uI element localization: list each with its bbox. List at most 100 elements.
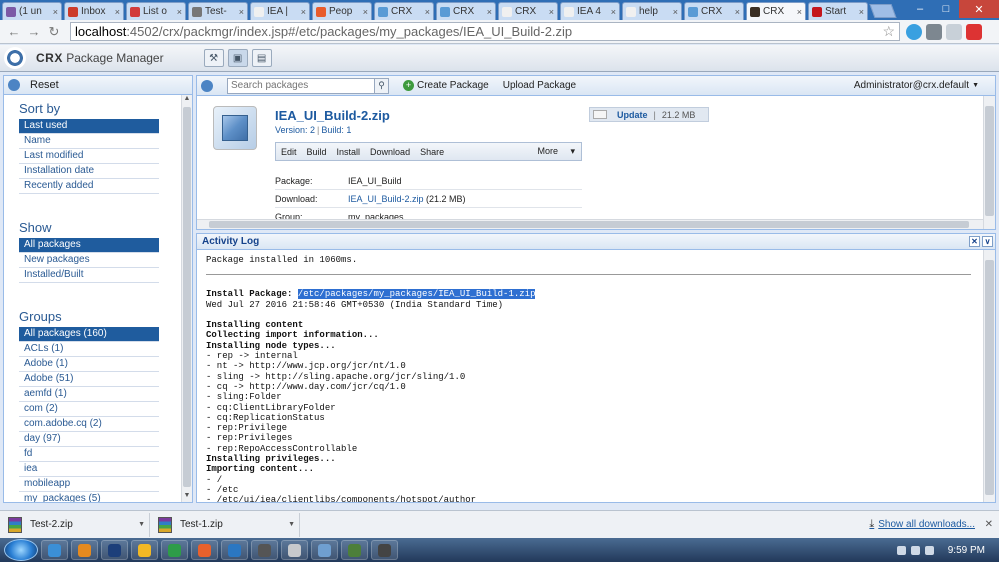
skype-icon[interactable]	[906, 23, 922, 40]
address-bar[interactable]: localhost:4502/crx/packmgr/index.jsp#/et…	[70, 22, 900, 41]
close-window-icon[interactable]: ✕	[959, 0, 999, 18]
tab-close-icon[interactable]: ×	[735, 7, 740, 17]
group-item[interactable]: Adobe (1)	[19, 357, 159, 372]
taskbar-app-icon[interactable]	[371, 540, 398, 560]
clear-log-icon[interactable]: ✕	[969, 236, 980, 247]
back-arrow-icon[interactable]: ←	[4, 22, 24, 42]
browser-tab[interactable]: Start ×	[808, 2, 868, 20]
log-scrollbar[interactable]	[983, 250, 995, 502]
edit-button[interactable]: Edit	[281, 147, 297, 157]
show-option[interactable]: Installed/Built	[19, 268, 159, 283]
tab-close-icon[interactable]: ×	[425, 7, 430, 17]
tab-close-icon[interactable]: ×	[673, 7, 678, 17]
browser-tab[interactable]: CRX ×	[374, 2, 434, 20]
taskbar-app-icon[interactable]	[281, 540, 308, 560]
taskbar-app-icon[interactable]	[101, 540, 128, 560]
group-item[interactable]: Adobe (51)	[19, 372, 159, 387]
scroll-thumb[interactable]	[183, 107, 191, 487]
browser-tab[interactable]: IEA 4 ×	[560, 2, 620, 20]
tab-close-icon[interactable]: ×	[301, 7, 306, 17]
tray-arrow-icon[interactable]	[896, 545, 906, 555]
show-option[interactable]: All packages	[19, 238, 159, 253]
install-button[interactable]: Install	[337, 147, 361, 157]
tab-close-icon[interactable]: ×	[859, 7, 864, 17]
group-item[interactable]: com (2)	[19, 402, 159, 417]
update-button[interactable]: Update	[617, 110, 648, 120]
search-icon[interactable]: ⚲	[375, 77, 389, 94]
browser-tab[interactable]: (1 un ×	[2, 2, 62, 20]
package-share-icon[interactable]: ▤	[251, 49, 272, 67]
package-manager-icon[interactable]: ▣	[227, 49, 248, 67]
user-menu[interactable]: Administrator@crx.default ▼	[854, 80, 979, 91]
chevron-down-icon[interactable]: ▼	[288, 521, 295, 528]
sort-option[interactable]: Name	[19, 134, 159, 149]
upload-package-button[interactable]: Upload Package	[503, 80, 576, 91]
browser-tab[interactable]: Peop ×	[312, 2, 372, 20]
taskbar-app-icon[interactable]	[41, 540, 68, 560]
taskbar-app-icon[interactable]	[341, 540, 368, 560]
collapse-icon[interactable]: ∨	[982, 236, 993, 247]
detail-hscrollbar[interactable]	[197, 219, 983, 229]
browser-tab[interactable]: Inbox ×	[64, 2, 124, 20]
group-item[interactable]: All packages (160)	[19, 327, 159, 342]
minimize-icon[interactable]: –	[907, 0, 933, 18]
start-button[interactable]	[4, 539, 38, 561]
download-button[interactable]: Download	[370, 147, 410, 157]
taskbar-app-icon[interactable]	[221, 540, 248, 560]
group-item[interactable]: mobileapp	[19, 477, 159, 492]
group-item[interactable]: iea	[19, 462, 159, 477]
show-all-downloads-link[interactable]: ⤓ Show all downloads...	[869, 518, 975, 531]
sort-option[interactable]: Last modified	[19, 149, 159, 164]
extension-icon[interactable]	[946, 23, 962, 40]
group-item[interactable]: fd	[19, 447, 159, 462]
extension-icon[interactable]	[926, 23, 942, 40]
scroll-down-icon[interactable]: ▼	[182, 492, 192, 502]
tab-close-icon[interactable]: ×	[487, 7, 492, 17]
search-input[interactable]	[227, 77, 375, 94]
group-item[interactable]: aemfd (1)	[19, 387, 159, 402]
taskbar-app-icon[interactable]	[191, 540, 218, 560]
tab-close-icon[interactable]: ×	[239, 7, 244, 17]
bookmark-star-icon[interactable]: ☆	[882, 23, 895, 40]
scroll-thumb[interactable]	[209, 221, 969, 228]
new-tab-button[interactable]	[869, 4, 897, 18]
download-item[interactable]: Test-2.zip ▼	[0, 512, 150, 537]
taskbar-app-icon[interactable]	[251, 540, 278, 560]
scroll-thumb[interactable]	[985, 260, 994, 495]
maximize-icon[interactable]: □	[933, 0, 959, 18]
download-item[interactable]: Test-1.zip ▼	[150, 512, 300, 537]
volume-icon[interactable]	[924, 545, 934, 555]
close-icon[interactable]: ✕	[985, 519, 993, 530]
sort-option[interactable]: Last used	[19, 119, 159, 134]
detail-vscrollbar[interactable]	[983, 96, 995, 229]
group-item[interactable]: day (97)	[19, 432, 159, 447]
group-item[interactable]: my_packages (5)	[19, 492, 159, 502]
download-link[interactable]: IEA_UI_Build-2.zip	[348, 194, 424, 204]
browser-tab[interactable]: CRX ×	[746, 2, 806, 20]
reload-icon[interactable]: ↻	[44, 22, 64, 42]
browser-tab[interactable]: CRX ×	[684, 2, 744, 20]
tab-close-icon[interactable]: ×	[177, 7, 182, 17]
clock[interactable]: 9:59 PM	[948, 545, 985, 556]
tab-close-icon[interactable]: ×	[53, 7, 58, 17]
taskbar-app-icon[interactable]	[131, 540, 158, 560]
package-name[interactable]: IEA_UI_Build-2.zip	[275, 108, 390, 123]
scroll-thumb[interactable]	[985, 106, 994, 216]
group-item[interactable]: com.adobe.cq (2)	[19, 417, 159, 432]
tab-close-icon[interactable]: ×	[549, 7, 554, 17]
browser-tab[interactable]: help ×	[622, 2, 682, 20]
browser-tab[interactable]: CRX ×	[436, 2, 496, 20]
reset-button[interactable]: Reset	[30, 79, 59, 91]
share-button[interactable]: Share	[420, 147, 444, 157]
forward-arrow-icon[interactable]: →	[24, 22, 44, 42]
taskbar-app-icon[interactable]	[161, 540, 188, 560]
tools-icon[interactable]: ⚒	[203, 49, 224, 67]
create-package-button[interactable]: + Create Package	[403, 80, 489, 91]
chevron-down-icon[interactable]: ▼	[138, 521, 145, 528]
taskbar-app-icon[interactable]	[71, 540, 98, 560]
more-button[interactable]: More ▾	[537, 146, 575, 157]
build-button[interactable]: Build	[307, 147, 327, 157]
browser-tab[interactable]: List o ×	[126, 2, 186, 20]
tab-close-icon[interactable]: ×	[115, 7, 120, 17]
browser-tab[interactable]: IEA | ×	[250, 2, 310, 20]
